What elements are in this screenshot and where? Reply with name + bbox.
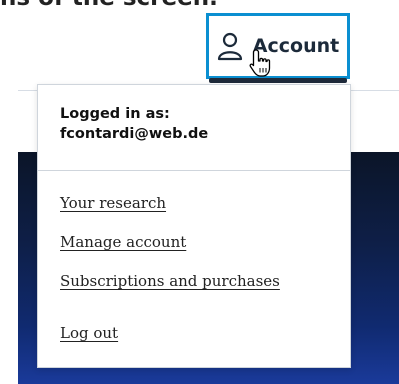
page-heading-partial: ns of the screen.: [0, 0, 260, 12]
menu-item-subscriptions-and-purchases[interactable]: Subscriptions and purchases: [60, 272, 280, 290]
logged-in-email: fcontardi@web.de: [60, 126, 209, 142]
hand-pointer-icon: [249, 49, 271, 77]
menu-item-log-out[interactable]: Log out: [60, 324, 118, 342]
account-button[interactable]: Account: [206, 13, 350, 79]
menu-item-your-research[interactable]: Your research: [60, 194, 166, 212]
logged-in-section: Logged in as: fcontardi@web.de: [38, 85, 350, 171]
logged-in-label: Logged in as:: [60, 106, 170, 122]
account-active-indicator: [209, 78, 347, 83]
user-icon: [217, 32, 242, 61]
menu-item-manage-account[interactable]: Manage account: [60, 233, 186, 251]
account-dropdown-menu: Logged in as: fcontardi@web.de Your rese…: [37, 84, 351, 368]
